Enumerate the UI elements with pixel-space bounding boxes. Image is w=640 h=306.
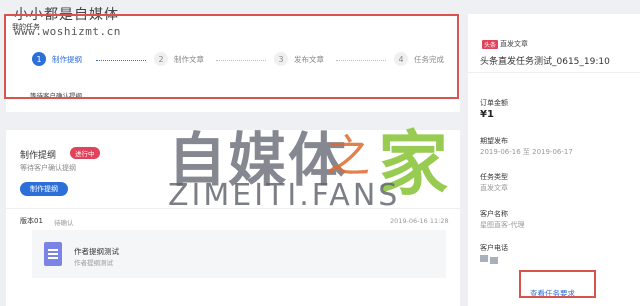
logo-watermark-zhi: 之	[326, 131, 370, 182]
redacted-phone	[480, 255, 488, 262]
task-detail-sidebar: 头条 直发文章 头条直发任务测试_0615_19:10 订单金额 ¥1 期望发布…	[468, 14, 640, 306]
production-subtitle: 等待客户确认提纲	[20, 164, 76, 172]
expected-publish-value: 2019-06-16 至 2019-06-17	[480, 148, 573, 156]
task-title: 头条直发任务测试_0615_19:10	[480, 57, 610, 67]
document-subtitle: 作者提纲测试	[74, 259, 113, 267]
task-type-label: 任务类型	[480, 173, 508, 181]
version-time: 2019-06-16 11:28	[390, 217, 449, 225]
redacted-phone	[490, 257, 498, 264]
document-icon	[44, 242, 62, 266]
highlight-frame	[4, 14, 459, 99]
platform-tag: 头条	[482, 40, 499, 49]
highlight-frame	[519, 270, 596, 298]
document-title: 作者提纲测试	[74, 247, 119, 256]
expected-publish-label: 期望发布	[480, 137, 508, 145]
client-name-label: 客户名称	[480, 210, 508, 218]
production-title: 制作提纲	[20, 151, 57, 161]
document-item[interactable]: 作者提纲测试 作者提纲测试	[32, 230, 446, 278]
client-phone-label: 客户电话	[480, 244, 508, 252]
status-badge: 进行中	[70, 147, 100, 159]
article-type-tag: 直发文章	[500, 40, 528, 48]
logo-watermark-domain: ZIMEITI.FANS	[168, 178, 401, 213]
version-label: 版本01	[20, 217, 43, 225]
version-status: 待确认	[54, 219, 74, 227]
client-name-value: 星图直客-代理	[480, 221, 525, 229]
task-type-value: 直发文章	[480, 184, 508, 192]
divider	[468, 72, 640, 73]
order-amount-label: 订单金额	[480, 99, 508, 107]
order-amount-value: ¥1	[480, 109, 494, 120]
make-outline-button[interactable]: 制作提纲	[20, 182, 68, 196]
